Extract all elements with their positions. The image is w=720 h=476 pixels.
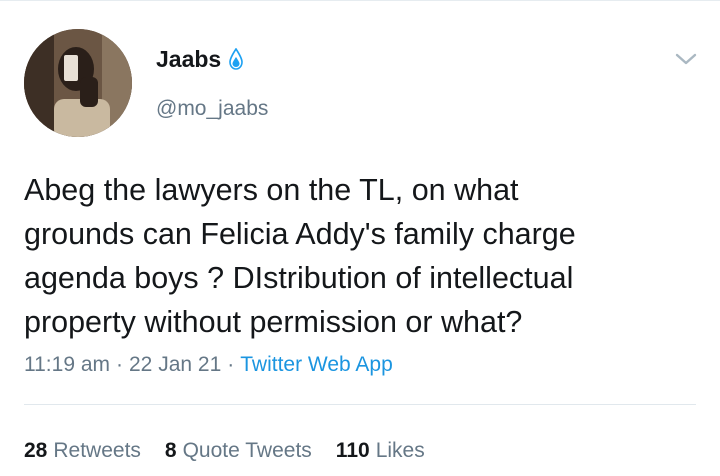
meta-separator: · [227, 353, 235, 376]
author-display-name[interactable]: Jaabs [156, 46, 221, 72]
chevron-down-icon[interactable] [674, 50, 698, 68]
retweets-count: 28 [24, 439, 48, 462]
meta-separator: · [116, 353, 123, 376]
author-name-row: Jaabs [156, 46, 244, 72]
stats-divider [24, 404, 696, 405]
top-divider [0, 0, 720, 1]
water-drop-icon [229, 48, 244, 70]
avatar-photo-icon [24, 29, 132, 137]
tweet-time[interactable]: 11:19 am [24, 353, 110, 376]
quote-tweets-count: 8 [164, 439, 177, 462]
tweet-meta: 11:19 am · 22 Jan 21 · Twitter Web App [24, 351, 393, 379]
retweets-stat[interactable]: 28 Retweets [24, 437, 141, 465]
tweet-source-link[interactable]: Twitter Web App [240, 353, 393, 376]
author-handle[interactable]: @mo_jaabs [156, 96, 268, 122]
quote-tweets-label: Quote Tweets [182, 439, 312, 462]
quote-tweets-stat[interactable]: 8 Quote Tweets [165, 437, 312, 465]
tweet-date[interactable]: 22 Jan 21 [129, 353, 221, 376]
retweets-label: Retweets [53, 439, 141, 462]
likes-count: 110 [335, 439, 370, 462]
likes-label: Likes [375, 439, 425, 462]
likes-stat[interactable]: 110 Likes [336, 437, 425, 465]
tweet-text: Abeg the lawyers on the TL, on what grou… [24, 173, 576, 339]
avatar[interactable] [24, 29, 132, 137]
tweet-stats: 28 Retweets 8 Quote Tweets 110 Likes [24, 437, 425, 465]
